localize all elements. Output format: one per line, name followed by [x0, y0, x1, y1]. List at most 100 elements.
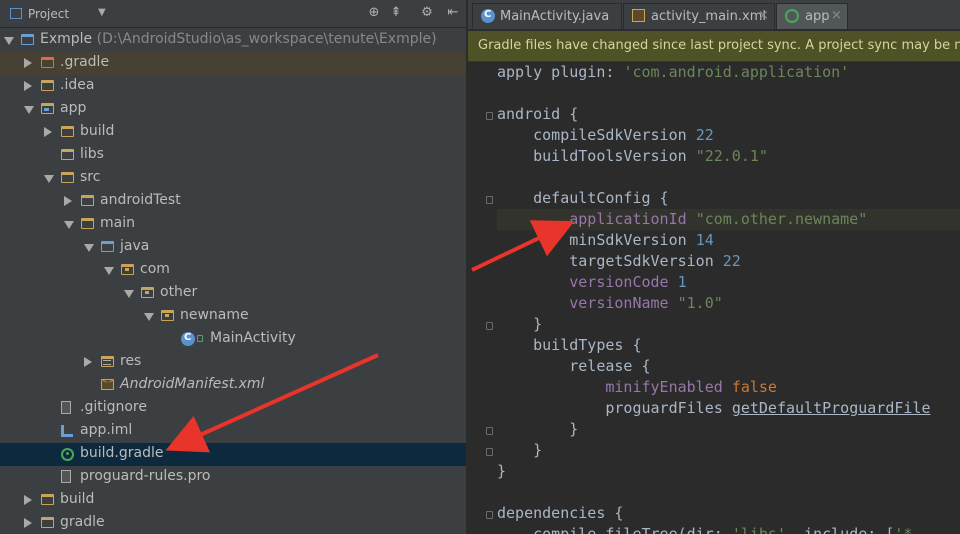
code-line[interactable]: compileSdkVersion 22 — [497, 125, 714, 146]
tree-item-idea[interactable]: .idea — [0, 75, 466, 98]
code-line[interactable]: versionCode 1 — [497, 272, 686, 293]
code-line[interactable]: } — [497, 461, 506, 482]
fold-marker-icon[interactable] — [486, 112, 493, 120]
code-line[interactable]: buildToolsVersion "22.0.1" — [497, 146, 768, 167]
tree-item-app[interactable]: app — [0, 98, 466, 121]
proguard-icon — [61, 470, 71, 483]
code-editor[interactable]: apply plugin: 'com.android.application' a… — [497, 62, 960, 534]
tree-item-gradle[interactable]: gradle — [0, 512, 466, 534]
code-line[interactable]: } — [497, 419, 578, 440]
tree-item-label: .gradle — [60, 54, 110, 70]
xml-icon — [101, 377, 114, 390]
code-line[interactable]: } — [497, 440, 542, 461]
tree-item-res[interactable]: res — [0, 351, 466, 374]
locate-icon[interactable]: ⊕ — [366, 5, 382, 20]
tree-item-build-gradle[interactable]: build.gradle — [0, 443, 466, 466]
tree-item-label: app.iml — [80, 422, 133, 438]
tab-label: activity_main.xml — [651, 9, 767, 24]
code-line[interactable]: applicationId "com.other.newname" — [497, 209, 960, 230]
tree-item-main[interactable]: main — [0, 213, 466, 236]
tree-item-gradle[interactable]: .gradle — [0, 52, 466, 75]
tree-item-build[interactable]: build — [0, 489, 466, 512]
expanded-arrow-icon[interactable] — [124, 290, 134, 298]
code-line[interactable]: defaultConfig { — [497, 188, 668, 209]
folder-pkg-icon — [141, 287, 154, 298]
tab-app-gradle[interactable]: app × — [776, 3, 848, 29]
project-view-selector[interactable]: Project — [28, 7, 69, 21]
tree-item-label: java — [120, 238, 150, 254]
fold-marker-icon[interactable] — [486, 427, 493, 435]
project-view-icon — [10, 8, 22, 19]
folder-icon — [41, 80, 54, 91]
cls-icon — [181, 332, 195, 346]
collapsed-arrow-icon[interactable] — [84, 357, 92, 367]
expanded-arrow-icon[interactable] — [44, 175, 54, 183]
tree-item-other[interactable]: other — [0, 282, 466, 305]
expanded-arrow-icon[interactable] — [144, 313, 154, 321]
tab-activity-main-xml[interactable]: activity_main.xml × — [623, 3, 775, 29]
code-line[interactable]: release { — [497, 356, 650, 377]
tree-item-mainactivity[interactable]: MainActivity — [0, 328, 466, 351]
collapsed-arrow-icon[interactable] — [44, 127, 52, 137]
collapsed-arrow-icon[interactable] — [24, 81, 32, 91]
collapsed-arrow-icon[interactable] — [24, 58, 32, 68]
fold-marker-icon[interactable] — [486, 196, 493, 204]
tree-item-label: other — [160, 284, 198, 300]
banner-text: Gradle files have changed since last pro… — [478, 38, 960, 53]
tree-item-label: proguard-rules.pro — [80, 468, 211, 484]
collapse-all-icon[interactable]: ⇞ — [388, 5, 404, 20]
tree-item-build[interactable]: build — [0, 121, 466, 144]
close-icon[interactable]: × — [758, 8, 769, 23]
tree-item-label: src — [80, 169, 101, 185]
expanded-arrow-icon[interactable] — [4, 37, 14, 45]
module-icon — [41, 103, 54, 114]
folder-pkg-icon — [121, 264, 134, 275]
tree-item-proguard-rules-pro[interactable]: proguard-rules.pro — [0, 466, 466, 489]
tree-item-androidmanifest-xml[interactable]: AndroidManifest.xml — [0, 374, 466, 397]
tree-item-java[interactable]: java — [0, 236, 466, 259]
fold-marker-icon[interactable] — [486, 511, 493, 519]
collapsed-arrow-icon[interactable] — [24, 495, 32, 505]
code-line[interactable]: minSdkVersion 14 — [497, 230, 714, 251]
tab-label: MainActivity.java — [500, 9, 610, 24]
code-line[interactable]: compile fileTree(dir: 'libs', include: [… — [497, 524, 912, 534]
expanded-arrow-icon[interactable] — [64, 221, 74, 229]
tree-item-libs[interactable]: libs — [0, 144, 466, 167]
expanded-arrow-icon[interactable] — [104, 267, 114, 275]
expanded-arrow-icon[interactable] — [84, 244, 94, 252]
tree-item-exmple[interactable]: Exmple (D:\AndroidStudio\as_workspace\te… — [0, 29, 466, 52]
fold-marker-icon[interactable] — [486, 322, 493, 330]
settings-icon[interactable]: ⚙ — [419, 5, 435, 20]
expanded-arrow-icon[interactable] — [24, 106, 34, 114]
tree-item-com[interactable]: com — [0, 259, 466, 282]
project-tool-window: Project ▼ ⊕ ⇞ ⚙ ⇤ Exmple (D:\AndroidStud… — [0, 0, 466, 534]
code-line[interactable]: versionName "1.0" — [497, 293, 723, 314]
folder-red-icon — [41, 57, 54, 68]
close-icon[interactable]: × — [831, 8, 842, 23]
code-line[interactable]: proguardFiles getDefaultProguardFile — [497, 398, 930, 419]
code-line[interactable]: dependencies { — [497, 503, 623, 524]
code-line[interactable]: } — [497, 314, 542, 335]
code-line[interactable]: android { — [497, 104, 578, 125]
tree-item-src[interactable]: src — [0, 167, 466, 190]
xml-icon — [632, 9, 645, 22]
code-line[interactable]: buildTypes { — [497, 335, 641, 356]
folder-blue-icon — [101, 241, 114, 252]
tab-mainactivity[interactable]: MainActivity.java — [472, 3, 622, 29]
tree-item-label: MainActivity — [210, 330, 296, 346]
tree-item-app-iml[interactable]: app.iml — [0, 420, 466, 443]
code-line[interactable]: targetSdkVersion 22 — [497, 251, 741, 272]
code-line[interactable]: apply plugin: 'com.android.application' — [497, 62, 849, 83]
tree-item-androidtest[interactable]: androidTest — [0, 190, 466, 213]
code-line[interactable]: minifyEnabled false — [497, 377, 777, 398]
tree-item-newname[interactable]: newname — [0, 305, 466, 328]
tree-item-label: app — [60, 100, 87, 116]
tree-item-label: AndroidManifest.xml — [120, 376, 265, 392]
chevron-down-icon[interactable]: ▼ — [98, 7, 106, 18]
hide-icon[interactable]: ⇤ — [445, 5, 461, 20]
collapsed-arrow-icon[interactable] — [24, 518, 32, 528]
fold-marker-icon[interactable] — [486, 448, 493, 456]
tree-item-gitignore[interactable]: .gitignore — [0, 397, 466, 420]
folder-icon — [61, 172, 74, 183]
collapsed-arrow-icon[interactable] — [64, 196, 72, 206]
